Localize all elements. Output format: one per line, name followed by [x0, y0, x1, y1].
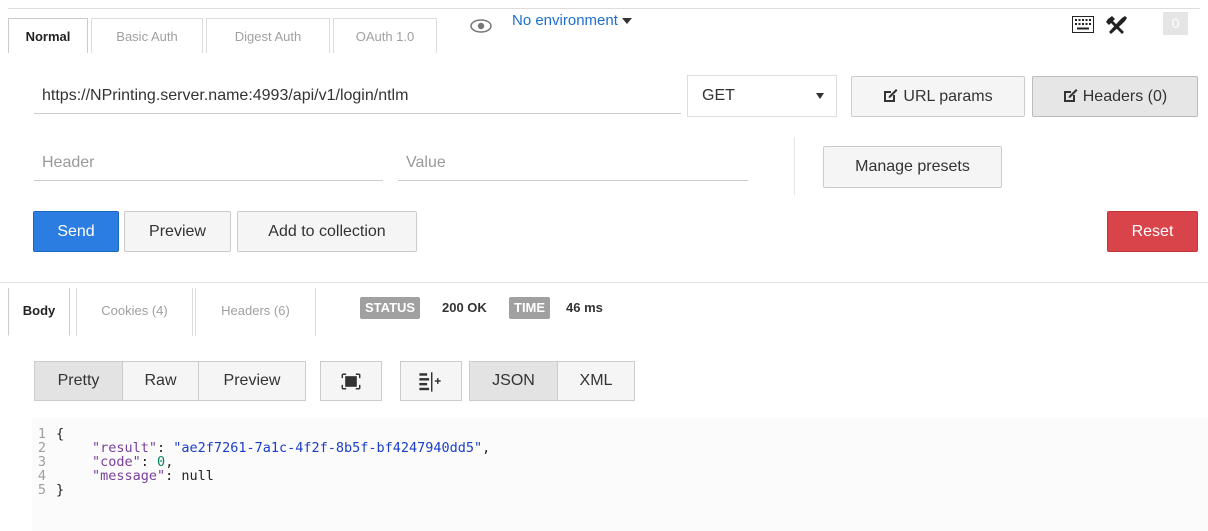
- code-line-code: "code": 0,: [92, 454, 174, 470]
- json-value: "ae2f7261-7a1c-4f2f-8b5f-bf4247940dd5": [173, 440, 483, 456]
- url-params-button[interactable]: URL params: [851, 76, 1025, 117]
- environment-dropdown[interactable]: No environment: [512, 12, 632, 29]
- add-to-collection-button[interactable]: Add to collection: [237, 211, 417, 252]
- wrap-lines-icon: [419, 372, 441, 392]
- wrap-lines-button[interactable]: [400, 361, 462, 401]
- xml-button[interactable]: XML: [558, 362, 634, 400]
- wrench-icon[interactable]: [1106, 15, 1128, 35]
- tab-digest-auth[interactable]: Digest Auth: [206, 18, 330, 53]
- pretty-button[interactable]: Pretty: [35, 362, 123, 400]
- select-arrow-icon: [816, 93, 824, 99]
- tab-oauth[interactable]: OAuth 1.0: [333, 18, 437, 53]
- caret-down-icon: [621, 18, 632, 25]
- time-value: 46 ms: [566, 300, 603, 315]
- tab-normal[interactable]: Normal: [8, 18, 88, 53]
- method-label: GET: [702, 87, 735, 104]
- line-number: 5: [37, 482, 46, 498]
- code-line-result: "result": "ae2f7261-7a1c-4f2f-8b5f-bf424…: [92, 440, 491, 456]
- code-open-brace: {: [56, 426, 65, 442]
- response-body: 1 2 3 4 5 { "result": "ae2f7261-7a1c-4f2…: [32, 418, 1208, 531]
- status-badge: STATUS: [360, 297, 421, 319]
- line-number: 2: [37, 440, 46, 456]
- preview-body-button[interactable]: Preview: [199, 362, 305, 400]
- header-key-input[interactable]: Header: [34, 145, 383, 181]
- status-value: 200 OK: [442, 300, 487, 315]
- url-input[interactable]: [34, 78, 681, 114]
- counter-badge[interactable]: 0: [1163, 12, 1188, 35]
- edit-icon: [884, 89, 898, 102]
- headers-label: Headers (0): [1082, 88, 1168, 105]
- manage-presets-button[interactable]: Manage presets: [823, 146, 1002, 188]
- format-group: JSON XML: [469, 361, 635, 401]
- fullscreen-icon: [341, 373, 361, 390]
- json-button[interactable]: JSON: [470, 362, 558, 400]
- code-line-message: "message": null: [92, 468, 214, 484]
- header-value-input[interactable]: Value: [398, 145, 748, 181]
- code-close-brace: }: [56, 482, 65, 498]
- tab-body[interactable]: Body: [8, 288, 70, 336]
- reset-button[interactable]: Reset: [1107, 211, 1198, 252]
- raw-button[interactable]: Raw: [123, 362, 199, 400]
- line-number: 1: [37, 426, 46, 442]
- preview-button[interactable]: Preview: [124, 211, 231, 252]
- time-badge: TIME: [509, 297, 551, 319]
- line-number: 4: [37, 468, 46, 484]
- tab-response-headers[interactable]: Headers (6): [195, 288, 316, 336]
- eye-icon[interactable]: [470, 19, 492, 33]
- headers-button[interactable]: Headers (0): [1032, 76, 1198, 117]
- tab-cookies[interactable]: Cookies (4): [76, 288, 193, 336]
- method-select[interactable]: GET: [687, 75, 837, 117]
- send-button[interactable]: Send: [33, 211, 119, 252]
- environment-label: No environment: [512, 12, 618, 29]
- view-mode-group: Pretty Raw Preview: [34, 361, 306, 401]
- section-divider: [0, 282, 1208, 283]
- keyboard-icon[interactable]: [1072, 16, 1094, 33]
- tab-basic-auth[interactable]: Basic Auth: [91, 18, 203, 53]
- divider: [794, 137, 795, 195]
- json-key: "message": [92, 468, 166, 484]
- line-number: 3: [37, 454, 46, 470]
- json-value: null: [181, 468, 214, 484]
- fullscreen-button[interactable]: [320, 361, 382, 401]
- edit-icon: [1063, 89, 1078, 102]
- url-params-label: URL params: [903, 88, 993, 105]
